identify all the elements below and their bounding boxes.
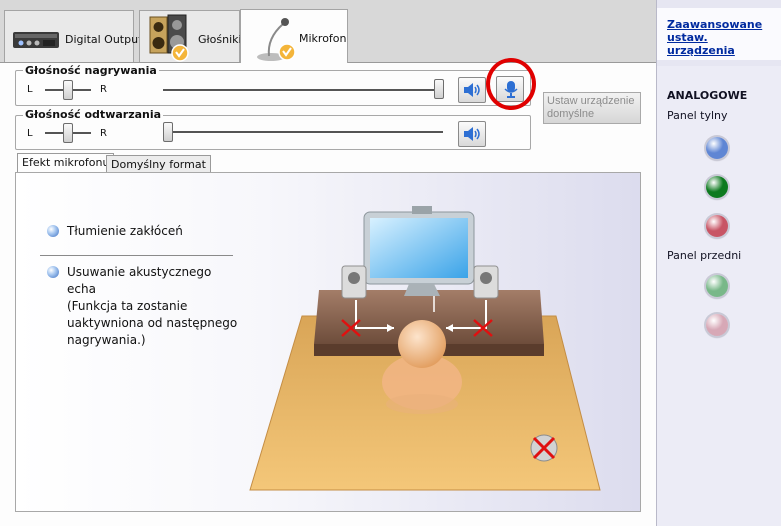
playback-volume-slider[interactable] — [163, 122, 173, 142]
tab-microphone[interactable]: Mikrofon — [240, 9, 348, 63]
tab-speakers[interactable]: Głośniki — [139, 10, 242, 62]
front-panel-label: Panel przedni — [667, 249, 742, 262]
tab-digital-output[interactable]: Digital Output — [4, 10, 142, 62]
tab-default-format[interactable]: Domyślny format — [106, 155, 211, 173]
tab-microphone-effect[interactable]: Efekt mikrofonu — [17, 153, 115, 174]
noise-suppression-toggle[interactable] — [47, 225, 59, 237]
advanced-settings-area: Zaawansowane ustaw. urządzenia — [657, 8, 781, 60]
playback-right-label: R — [100, 128, 107, 139]
speaker-volume-icon — [464, 127, 480, 141]
speakers-icon — [149, 14, 189, 62]
right-panel: Zaawansowane ustaw. urządzenia ANALOGOWE… — [656, 0, 781, 526]
analog-jacks-panel: ANALOGOWE Panel tylny Panel przedni — [657, 66, 781, 526]
set-default-device-button[interactable]: Ustaw urządzenie domyślne — [543, 92, 641, 124]
playback-mute-button[interactable] — [458, 121, 486, 147]
echo-cancellation-toggle[interactable] — [47, 266, 59, 278]
playback-balance-slider[interactable] — [63, 123, 73, 143]
playback-volume-title: Głośność odtwarzania — [23, 108, 164, 121]
tab-digital-output-label: Digital Output — [65, 33, 143, 46]
digital-output-device-icon — [13, 32, 59, 48]
analog-heading: ANALOGOWE — [667, 89, 748, 102]
rear-jack-pink[interactable] — [706, 215, 728, 237]
room-illustration — [249, 206, 601, 491]
rear-jack-green[interactable] — [706, 176, 728, 198]
playback-volume-track — [167, 131, 443, 134]
recording-balance-slider[interactable] — [63, 80, 73, 100]
recording-volume-track — [163, 89, 441, 92]
echo-cancellation-note: (Funkcja ta zostanie uaktywniona od nast… — [67, 299, 238, 347]
microphone-icon — [257, 18, 296, 61]
front-jack-green[interactable] — [706, 275, 728, 297]
advanced-settings-link[interactable]: Zaawansowane ustaw. urządzenia — [667, 18, 775, 57]
recording-left-label: L — [27, 84, 33, 95]
rear-jack-blue[interactable] — [706, 137, 728, 159]
recording-volume-slider[interactable] — [434, 79, 444, 99]
tab-speakers-label: Głośniki — [198, 33, 242, 46]
speaker-volume-icon — [464, 83, 480, 97]
playback-left-label: L — [27, 128, 33, 139]
rear-panel-label: Panel tylny — [667, 109, 728, 122]
effects-divider — [40, 255, 233, 256]
highlight-circle — [486, 58, 536, 110]
front-jack-pink[interactable] — [706, 314, 728, 336]
noise-suppression-label: Tłumienie zakłóceń — [67, 224, 183, 238]
recording-mute-button[interactable] — [458, 77, 486, 103]
recording-right-label: R — [100, 84, 107, 95]
tab-microphone-label: Mikrofon — [299, 32, 347, 45]
recording-volume-title: Głośność nagrywania — [23, 64, 159, 77]
echo-cancellation-label: Usuwanie akustycznego echa — [67, 265, 212, 296]
